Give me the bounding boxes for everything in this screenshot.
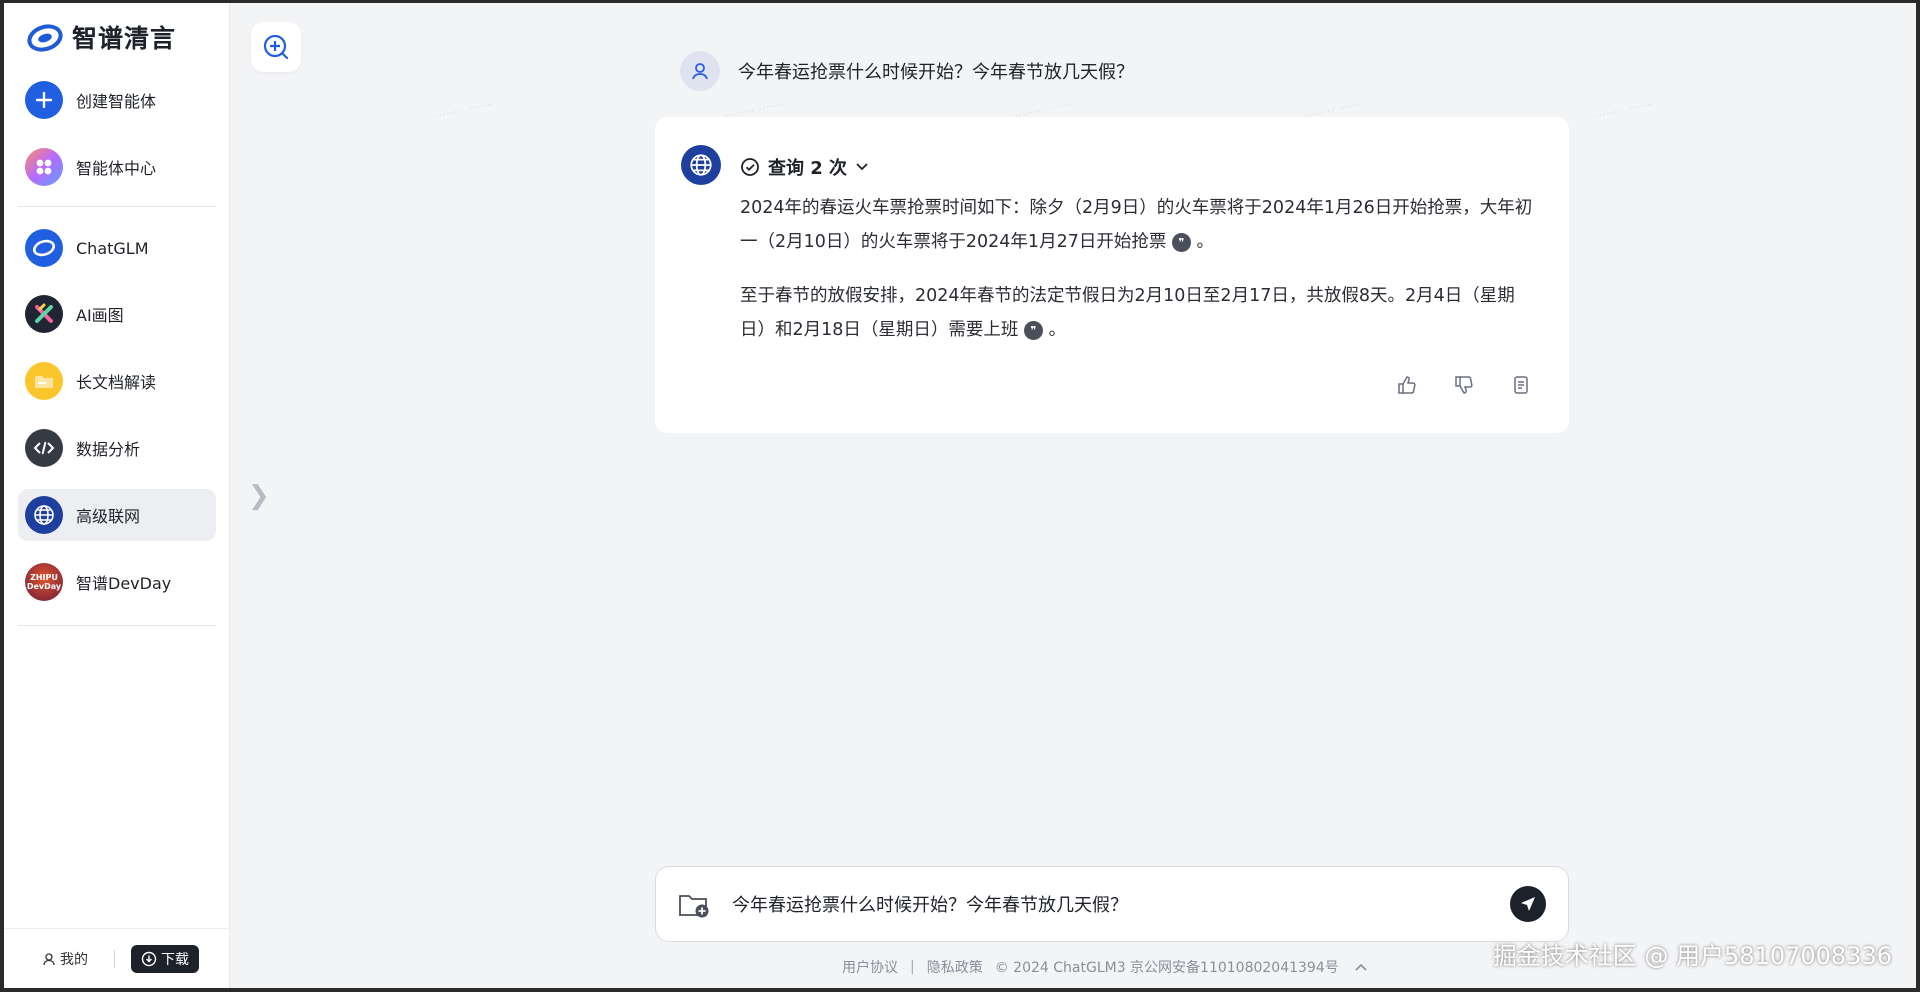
code-icon <box>25 429 63 467</box>
citation-quote-icon[interactable]: ❞ <box>1171 233 1191 252</box>
ai-draw-icon <box>25 295 63 333</box>
user-avatar <box>680 51 720 91</box>
sidebar-item-label: AI画图 <box>76 306 124 325</box>
citation-quote-icon[interactable]: ❞ <box>1023 321 1043 340</box>
sidebar-divider <box>18 625 216 626</box>
answer-card: 查询 2 次 2024年的春运火车票抢票时间如下：除夕（2月9日）的火车票将于2… <box>655 117 1569 433</box>
send-icon <box>1521 897 1535 911</box>
chevron-down-icon <box>856 163 868 171</box>
my-account-label: 我的 <box>60 951 88 968</box>
download-button[interactable]: 下载 <box>131 944 199 973</box>
logo[interactable]: 智谱清言 <box>26 19 176 55</box>
sidebar-item-label: 长文档解读 <box>76 373 157 392</box>
agent-center-icon <box>25 148 63 186</box>
chat-input-box <box>655 866 1569 942</box>
sidebar-item-label: 创建智能体 <box>76 92 157 111</box>
sidebar-item-label: ChatGLM <box>76 238 149 258</box>
sidebar-item-label: 高级联网 <box>76 507 141 526</box>
globe-icon <box>690 154 712 176</box>
sidebar-item-label: 数据分析 <box>76 440 141 459</box>
sidebar-item-data-analysis[interactable]: 数据分析 <box>18 422 216 474</box>
app-window: ········ ······· ········ ······· ······… <box>4 3 1916 988</box>
sidebar-item-agent-center[interactable]: 智能体中心 <box>18 141 216 193</box>
sidebar-item-advanced-web[interactable]: 高级联网 <box>18 489 216 541</box>
new-chat-icon <box>263 34 289 60</box>
folder-icon <box>25 362 63 400</box>
footer-separator: | <box>910 959 915 975</box>
chat-input[interactable] <box>732 867 1472 941</box>
sidebar-item-label: 智谱DevDay <box>76 574 172 593</box>
sidebar-item-ai-draw[interactable]: AI画图 <box>18 288 216 340</box>
sidebar-divider <box>18 206 216 207</box>
page-footer: 用户协议 | 隐私政策 © 2024 ChatGLM3 京公网安备1101080… <box>842 957 1367 977</box>
devday-icon: ZHIPU DevDay <box>25 563 63 601</box>
bot-avatar <box>681 145 721 185</box>
user-message: 今年春运抢票什么时候开始？今年春节放几天假？ <box>680 51 1134 91</box>
answer-paragraph-1: 2024年的春运火车票抢票时间如下：除夕（2月9日）的火车票将于2024年1月2… <box>740 191 1540 259</box>
user-message-text: 今年春运抢票什么时候开始？今年春节放几天假？ <box>738 62 1134 83</box>
zhipu-logo-icon <box>27 24 63 52</box>
new-chat-button[interactable] <box>251 22 301 72</box>
sidebar-item-devday[interactable]: ZHIPU DevDay 智谱DevDay <box>18 556 216 608</box>
copy-icon[interactable] <box>1509 373 1533 397</box>
sidebar-item-chatglm[interactable]: ChatGLM <box>18 222 216 274</box>
watermark-signature: 掘金技术社区 @ 用户58107008336 <box>1492 942 1892 970</box>
query-count-toggle[interactable]: 查询 2 次 <box>740 154 869 180</box>
sidebar-toggle-icon[interactable]: ❯ <box>248 481 270 511</box>
user-icon <box>692 63 708 80</box>
chatglm-icon <box>25 229 63 267</box>
answer-text: 2024年的春运火车票抢票时间如下：除夕（2月9日）的火车票将于2024年1月2… <box>740 198 1533 252</box>
sidebar-item-create-agent[interactable]: 创建智能体 <box>18 74 216 126</box>
check-circle-icon <box>741 158 759 176</box>
globe-icon <box>25 496 63 534</box>
answer-paragraph-2: 至于春节的放假安排，2024年春节的法定节假日为2月10日至2月17日，共放假8… <box>740 279 1540 347</box>
answer-actions <box>1362 373 1533 397</box>
sentence-end: 。 <box>1048 320 1067 340</box>
upload-file-icon[interactable] <box>678 891 712 923</box>
copyright-text: © 2024 ChatGLM3 京公网安备11010802041394号 <box>994 960 1339 976</box>
footer-divider <box>114 949 115 968</box>
privacy-policy-link[interactable]: 隐私政策 <box>927 957 983 977</box>
sidebar: 智谱清言 创建智能体 智能体中心 ChatGLM AI画图 长文档解读 数据分析… <box>4 3 230 988</box>
sidebar-item-label: 智能体中心 <box>76 159 157 178</box>
sentence-end: 。 <box>1196 232 1215 252</box>
user-agreement-link[interactable]: 用户协议 <box>842 957 898 977</box>
answer-text: 至于春节的放假安排，2024年春节的法定节假日为2月10日至2月17日，共放假8… <box>740 286 1515 340</box>
query-count-label: 查询 2 次 <box>768 158 848 179</box>
thumbs-down-icon[interactable] <box>1452 373 1476 397</box>
download-label: 下载 <box>161 951 189 968</box>
download-icon <box>141 951 157 966</box>
chevron-up-icon[interactable] <box>1355 963 1367 971</box>
user-icon <box>43 952 55 965</box>
my-account-button[interactable]: 我的 <box>42 949 88 969</box>
logo-text: 智谱清言 <box>72 24 177 53</box>
plus-icon <box>25 81 63 119</box>
thumbs-up-icon[interactable] <box>1395 373 1419 397</box>
send-button[interactable] <box>1510 886 1546 922</box>
sidebar-footer: 我的 下载 <box>4 928 230 988</box>
sidebar-item-long-doc[interactable]: 长文档解读 <box>18 355 216 407</box>
